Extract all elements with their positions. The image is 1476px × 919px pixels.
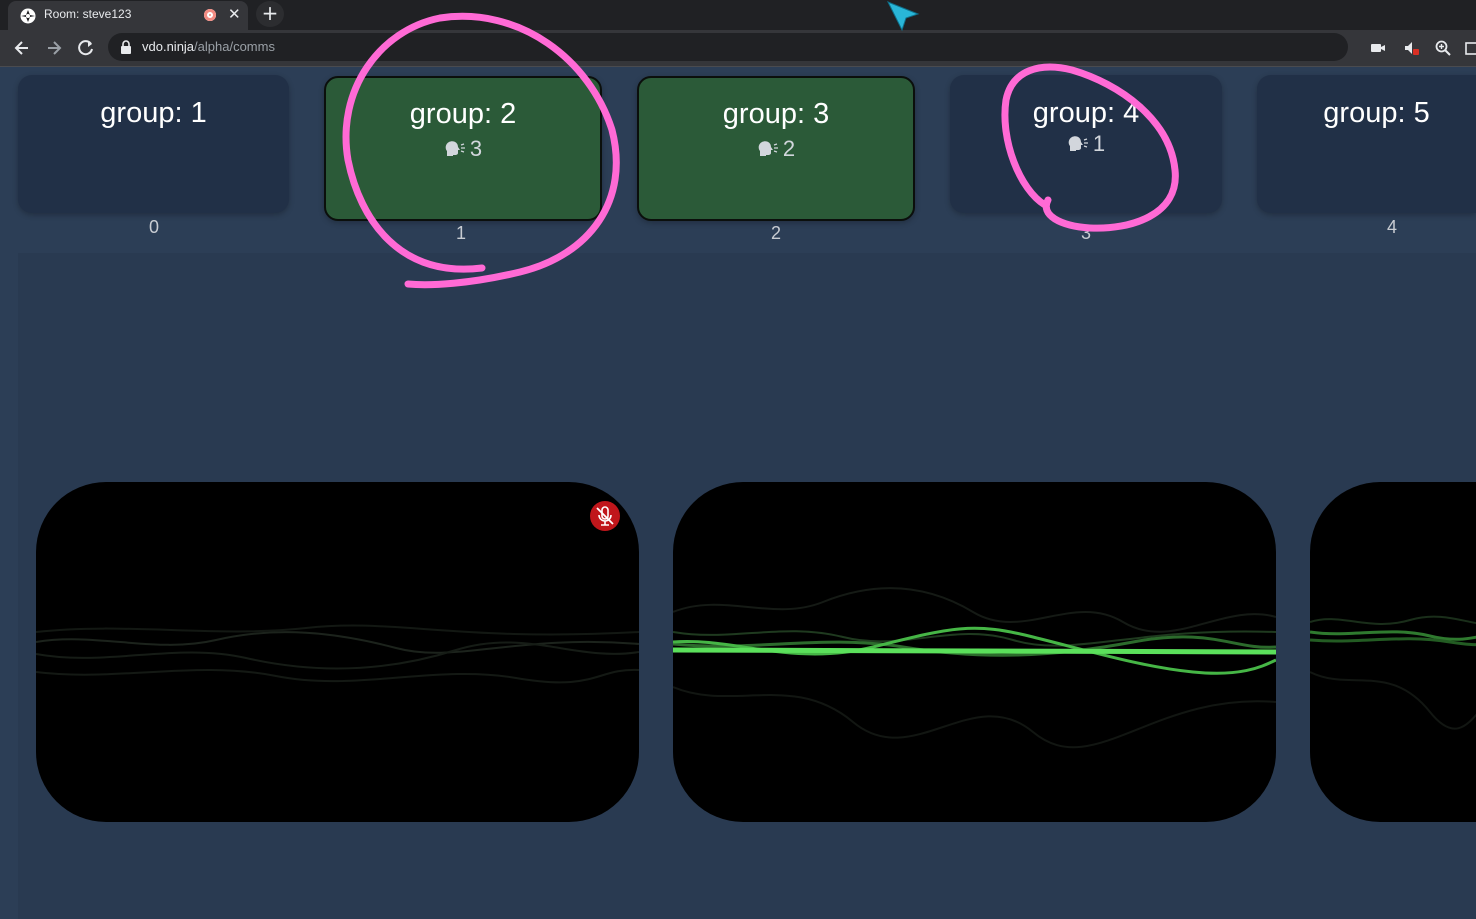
group-name: group: 2 <box>409 98 517 130</box>
share-icon[interactable] <box>1464 39 1476 57</box>
audio-waveform <box>1310 615 1476 730</box>
browser-toolbar: vdo.ninja/alpha/comms <box>0 30 1476 67</box>
tab-close-button[interactable]: ✕ <box>228 5 241 23</box>
speaker-count-value: 1 <box>1092 131 1106 156</box>
group-index: 4 <box>1386 217 1397 237</box>
group-index: 3 <box>1080 223 1091 243</box>
group-card-2[interactable]: group: 2 3 <box>324 76 602 221</box>
tab-title: Room: steve123 <box>44 7 132 21</box>
camera-icon[interactable] <box>1369 39 1387 57</box>
recording-indicator-icon <box>204 9 216 21</box>
group-name: group: 1 <box>100 97 207 129</box>
group-card-3[interactable]: group: 3 2 <box>637 76 915 221</box>
audio-waveform <box>673 587 1276 749</box>
group-card-1[interactable]: group: 1 <box>18 75 289 213</box>
group-card-4[interactable]: group: 4 1 <box>950 75 1222 213</box>
group-name: group: 4 <box>1032 97 1140 129</box>
reload-icon[interactable] <box>76 38 96 58</box>
zoom-icon[interactable] <box>1434 39 1452 57</box>
audio-blocked-icon[interactable] <box>1402 39 1420 57</box>
url-path: /alpha/comms <box>194 39 275 54</box>
audio-waveform <box>36 624 639 684</box>
address-bar[interactable]: vdo.ninja/alpha/comms <box>108 33 1348 61</box>
group-name: group: 3 <box>722 98 830 130</box>
browser-tabstrip: Room: steve123 ✕ + <box>0 0 1476 30</box>
speaking-head-icon <box>758 141 778 156</box>
video-tile-3[interactable] <box>1310 482 1476 822</box>
group-index: 2 <box>770 223 781 243</box>
browser-tab[interactable]: Room: steve123 ✕ <box>8 1 248 30</box>
group-index: 0 <box>148 217 159 237</box>
group-index: 1 <box>455 223 466 243</box>
new-tab-button[interactable]: + <box>256 1 284 27</box>
url-host: vdo.ninja <box>142 39 195 54</box>
group-name: group: 5 <box>1323 97 1430 129</box>
muted-mic-icon <box>590 501 620 531</box>
group-card-5[interactable]: group: 5 <box>1257 75 1476 213</box>
lock-icon <box>121 40 131 54</box>
comms-app: group: 1 0 group: 2 3 1 group: 3 2 2 gro… <box>0 67 1476 919</box>
speaking-head-icon <box>1068 136 1088 151</box>
speaker-count: 3 <box>326 136 600 162</box>
speaker-count: 2 <box>639 136 913 162</box>
speaking-head-icon <box>445 141 465 156</box>
speaker-count-value: 3 <box>469 136 483 161</box>
video-stage <box>18 253 1476 919</box>
speaker-count-value: 2 <box>782 136 796 161</box>
speaker-count: 1 <box>950 131 1222 157</box>
video-tile-1[interactable] <box>36 482 639 822</box>
url-text: vdo.ninja/alpha/comms <box>142 39 275 54</box>
back-arrow-icon[interactable] <box>12 38 32 58</box>
forward-arrow-icon[interactable] <box>44 38 64 58</box>
video-tile-2[interactable] <box>673 482 1276 822</box>
vdo-ninja-logo-icon <box>20 8 36 24</box>
